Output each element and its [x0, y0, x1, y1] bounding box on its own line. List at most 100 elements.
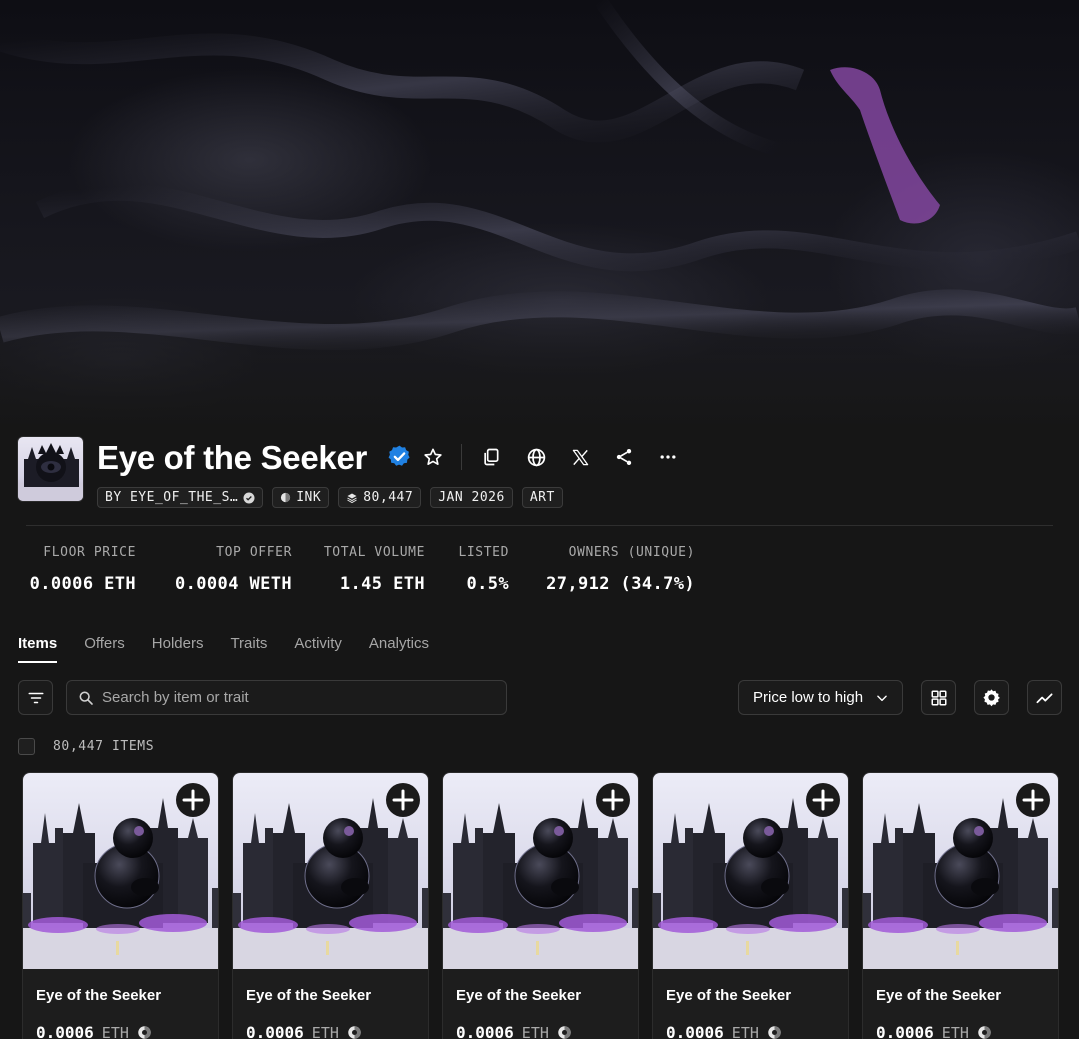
- share-icon[interactable]: [611, 444, 637, 470]
- stat-value: 0.0004 WETH: [175, 574, 292, 594]
- sort-dropdown[interactable]: Price low to high: [738, 680, 903, 715]
- x-logo-icon[interactable]: [567, 444, 593, 470]
- item-card[interactable]: Eye of the Seeker 0.0006 ETH: [442, 772, 639, 1039]
- globe-icon[interactable]: [523, 444, 549, 470]
- item-price: 0.0006 ETH: [876, 1023, 992, 1039]
- item-price: 0.0006 ETH: [666, 1023, 782, 1039]
- item-price-unit: ETH: [941, 1023, 969, 1039]
- stat-value: 1.45 ETH: [339, 574, 425, 594]
- item-price-unit: ETH: [101, 1023, 129, 1039]
- plus-circle-icon: [807, 784, 839, 816]
- add-to-cart-button[interactable]: [806, 783, 840, 817]
- creator-chip[interactable]: BY EYE_OF_THE_S…: [97, 487, 264, 508]
- item-price-value: 0.0006: [876, 1023, 934, 1039]
- item-card[interactable]: Eye of the Seeker 0.0006 ETH: [232, 772, 429, 1039]
- item-name: Eye of the Seeker: [666, 987, 792, 1004]
- collection-avatar: [17, 436, 84, 502]
- item-price: 0.0006 ETH: [246, 1023, 362, 1039]
- ink-chain-icon: [768, 1026, 781, 1039]
- stat-floor-price: FLOOR PRICE 0.0006 ETH: [30, 544, 136, 594]
- header-rule: [26, 525, 1053, 526]
- plus-circle-icon: [387, 784, 419, 816]
- item-card[interactable]: Eye of the Seeker 0.0006 ETH: [652, 772, 849, 1039]
- item-name: Eye of the Seeker: [36, 987, 162, 1004]
- chart-icon: [1036, 693, 1053, 704]
- layers-icon: [347, 493, 357, 503]
- grid-view-button[interactable]: [921, 680, 956, 715]
- item-price-value: 0.0006: [246, 1023, 304, 1039]
- creator-verified-icon: [243, 492, 255, 503]
- collection-title: Eye of the Seeker: [97, 439, 368, 476]
- tab-traits[interactable]: Traits: [230, 634, 267, 664]
- tab-holders[interactable]: Holders: [152, 634, 204, 664]
- item-price-value: 0.0006: [666, 1023, 724, 1039]
- ink-chain-icon: [978, 1026, 991, 1039]
- item-price-unit: ETH: [521, 1023, 549, 1039]
- stat-top-offer: TOP OFFER 0.0004 WETH: [175, 544, 292, 594]
- category-chip[interactable]: ART: [521, 487, 563, 508]
- item-card[interactable]: Eye of the Seeker 0.0006 ETH: [22, 772, 219, 1039]
- supply-chip: 80,447: [338, 487, 422, 508]
- chain-chip[interactable]: INK: [272, 487, 330, 508]
- item-name: Eye of the Seeker: [456, 987, 582, 1004]
- chevron-down-icon: [877, 695, 887, 701]
- stat-label: TOP OFFER: [216, 545, 292, 560]
- items-count: 80,447 ITEMS: [53, 738, 155, 754]
- search-box[interactable]: [66, 680, 507, 715]
- header-divider: [461, 444, 462, 470]
- star-icon[interactable]: [420, 444, 446, 470]
- supply-label: 80,447: [363, 490, 414, 505]
- item-price-unit: ETH: [311, 1023, 339, 1039]
- category-label: ART: [529, 490, 555, 505]
- settings-button[interactable]: [974, 680, 1009, 715]
- filter-icon: [28, 692, 43, 703]
- stat-owners: OWNERS (UNIQUE) 27,912 (34.7%): [546, 544, 695, 594]
- select-all-checkbox[interactable]: [18, 737, 35, 755]
- grid-view-icon: [931, 690, 946, 705]
- tab-offers[interactable]: Offers: [84, 634, 125, 664]
- date-chip: JAN 2026: [430, 487, 513, 508]
- tab-analytics[interactable]: Analytics: [369, 634, 429, 664]
- tab-items[interactable]: Items: [18, 634, 58, 664]
- ink-chain-icon: [281, 492, 291, 503]
- ink-chain-icon: [558, 1026, 571, 1039]
- stat-label: FLOOR PRICE: [43, 545, 136, 560]
- plus-circle-icon: [1017, 784, 1049, 816]
- search-icon: [79, 691, 93, 705]
- item-price-value: 0.0006: [456, 1023, 514, 1039]
- item-card[interactable]: Eye of the Seeker 0.0006 ETH: [862, 772, 1059, 1039]
- chain-label: INK: [296, 490, 322, 505]
- stat-value: 0.0006 ETH: [29, 574, 136, 594]
- item-name: Eye of the Seeker: [876, 987, 1002, 1004]
- stat-value: 27,912 (34.7%): [546, 574, 695, 594]
- plus-circle-icon: [597, 784, 629, 816]
- add-to-cart-button[interactable]: [176, 783, 210, 817]
- ink-chain-icon: [348, 1026, 361, 1039]
- item-price-unit: ETH: [731, 1023, 759, 1039]
- plus-circle-icon: [177, 784, 209, 816]
- items-count-row: 80,447 ITEMS: [18, 737, 154, 755]
- stat-listed: LISTED 0.5%: [458, 544, 509, 594]
- collection-chips: BY EYE_OF_THE_S… INK 80,447 JAN 2026 ART: [97, 487, 563, 508]
- add-to-cart-button[interactable]: [1016, 783, 1050, 817]
- item-price: 0.0006 ETH: [36, 1023, 152, 1039]
- add-to-cart-button[interactable]: [386, 783, 420, 817]
- chart-view-button[interactable]: [1027, 680, 1062, 715]
- search-input[interactable]: [102, 689, 492, 706]
- verified-badge-icon: [387, 444, 412, 469]
- stat-label: OWNERS (UNIQUE): [568, 545, 695, 560]
- stat-total-volume: TOTAL VOLUME 1.45 ETH: [324, 544, 425, 594]
- stat-label: TOTAL VOLUME: [323, 545, 425, 560]
- stat-label: LISTED: [458, 545, 509, 560]
- gear-icon: [983, 689, 1000, 707]
- date-label: JAN 2026: [438, 490, 505, 505]
- creator-label: BY EYE_OF_THE_S…: [105, 490, 239, 505]
- add-to-cart-button[interactable]: [596, 783, 630, 817]
- copy-icon[interactable]: [478, 444, 504, 470]
- more-icon[interactable]: [655, 444, 681, 470]
- tab-activity[interactable]: Activity: [294, 634, 342, 664]
- item-price: 0.0006 ETH: [456, 1023, 572, 1039]
- filter-button[interactable]: [18, 680, 53, 715]
- item-price-value: 0.0006: [36, 1023, 94, 1039]
- item-name: Eye of the Seeker: [246, 987, 372, 1004]
